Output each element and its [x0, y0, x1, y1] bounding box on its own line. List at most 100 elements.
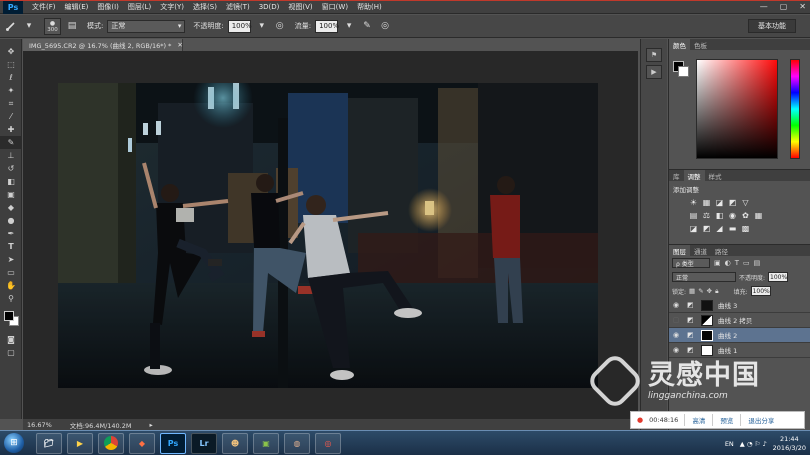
actions-panel-icon[interactable]: ▶	[646, 65, 662, 79]
quick-select-tool-icon[interactable]: ✦	[0, 84, 22, 97]
layer-name[interactable]: 曲线 2	[718, 330, 737, 340]
opacity-input[interactable]: 100%	[227, 19, 252, 33]
brightness-icon[interactable]: ☀	[689, 198, 698, 207]
airbrush-icon[interactable]: ✎	[360, 19, 374, 33]
layer-name[interactable]: 曲线 2 拷贝	[718, 315, 752, 325]
menu-3d[interactable]: 3D(D)	[259, 3, 280, 11]
language-indicator[interactable]: EN	[725, 440, 734, 448]
hue-saturation-icon[interactable]: ▤	[689, 211, 698, 220]
layer-mask-thumbnail[interactable]	[701, 344, 713, 356]
fill-input[interactable]: 100%	[750, 286, 771, 296]
tab-channels[interactable]: 通道	[690, 245, 711, 256]
photo-filter-icon[interactable]: ◉	[728, 211, 737, 220]
lock-pixels-icon[interactable]: ▦	[689, 287, 695, 295]
screen-mode-icon[interactable]: ▢	[0, 346, 22, 359]
taskbar-app-icon[interactable]: ◆	[129, 432, 155, 454]
tab-color[interactable]: 颜色	[669, 39, 690, 50]
filter-type-icon[interactable]: T	[735, 259, 739, 267]
color-swatches[interactable]	[0, 309, 21, 331]
taskbar-photoshop-icon[interactable]: Ps	[160, 432, 186, 454]
tab-libraries[interactable]: 库	[669, 170, 684, 181]
lasso-tool-icon[interactable]: ℓ	[0, 71, 22, 84]
taskbar-app-icon[interactable]: ☻	[222, 432, 248, 454]
layer-mask-thumbnail[interactable]	[701, 314, 713, 326]
maximize-button[interactable]: ▢	[780, 2, 788, 11]
gradient-tool-icon[interactable]: ▣	[0, 188, 22, 201]
toggle-brush-panel-icon[interactable]: ▤	[65, 19, 79, 33]
move-tool-icon[interactable]: ✥	[0, 45, 22, 58]
hd-button[interactable]: 高清	[684, 414, 712, 426]
chevron-right-icon[interactable]: ▸	[149, 421, 152, 429]
lock-paint-icon[interactable]: ✎	[698, 287, 703, 295]
zoom-tool-icon[interactable]: ⚲	[0, 292, 22, 305]
tab-styles[interactable]: 样式	[705, 170, 726, 181]
taskbar-app-icon[interactable]: ◍	[284, 432, 310, 454]
filter-shape-icon[interactable]: ▭	[743, 259, 750, 267]
chevron-down-icon[interactable]: ▾	[22, 19, 36, 33]
exit-share-button[interactable]: 退出分享	[740, 414, 781, 426]
taskbar-explorer-icon[interactable]: 📁︎	[36, 432, 62, 454]
layer-name[interactable]: 曲线 3	[718, 300, 737, 310]
menu-image[interactable]: 图像(I)	[97, 2, 119, 12]
menu-help[interactable]: 帮助(H)	[357, 2, 382, 12]
filter-pixel-icon[interactable]: ▣	[714, 259, 721, 267]
tab-swatches[interactable]: 色板	[690, 39, 711, 50]
start-button[interactable]: ⊞	[4, 433, 24, 453]
menu-view[interactable]: 视图(V)	[288, 2, 312, 12]
pressure-opacity-icon[interactable]: ◎	[273, 19, 287, 33]
gradient-map-icon[interactable]: ▬	[728, 224, 737, 233]
history-brush-tool-icon[interactable]: ↺	[0, 162, 22, 175]
zoom-level[interactable]: 16.67%	[27, 421, 52, 429]
eye-hidden-icon[interactable]: ▢	[669, 316, 683, 324]
foreground-color[interactable]	[4, 311, 14, 321]
menu-window[interactable]: 窗口(W)	[322, 2, 348, 12]
layer-row[interactable]: ◉ ◩ 曲线 3	[669, 298, 810, 313]
crop-tool-icon[interactable]: ⌗	[0, 97, 22, 110]
eye-icon[interactable]: ◉	[669, 331, 683, 339]
type-tool-icon[interactable]: T	[0, 240, 22, 253]
preview-button[interactable]: 预览	[712, 414, 740, 426]
layer-mask-thumbnail[interactable]	[701, 329, 713, 341]
threshold-icon[interactable]: ◢	[715, 224, 724, 233]
tab-paths[interactable]: 路径	[711, 245, 732, 256]
pressure-size-icon[interactable]: ◎	[378, 19, 392, 33]
chevron-down-icon[interactable]: ▾	[255, 19, 269, 33]
filter-adjust-icon[interactable]: ◐	[725, 259, 731, 267]
channel-mixer-icon[interactable]: ✿	[741, 211, 750, 220]
blend-mode-dropdown[interactable]: 正常	[672, 272, 736, 282]
menu-select[interactable]: 选择(S)	[193, 2, 217, 12]
pen-tool-icon[interactable]: ✒	[0, 227, 22, 240]
layer-filter-dropdown[interactable]: ρ 类型	[672, 258, 710, 268]
invert-icon[interactable]: ◪	[689, 224, 698, 233]
healing-tool-icon[interactable]: ✚	[0, 123, 22, 136]
menu-layer[interactable]: 图层(L)	[128, 2, 151, 12]
document-canvas-photo[interactable]	[58, 83, 598, 388]
lock-position-icon[interactable]: ✥	[707, 287, 712, 295]
path-select-tool-icon[interactable]: ➤	[0, 253, 22, 266]
flow-input[interactable]: 100%	[315, 19, 339, 33]
layer-mask-thumbnail[interactable]	[701, 299, 713, 311]
mode-dropdown[interactable]: 正常 ▾	[107, 19, 186, 33]
minimize-button[interactable]: —	[760, 2, 768, 11]
shape-tool-icon[interactable]: ▭	[0, 266, 22, 279]
close-button[interactable]: ✕	[799, 2, 806, 11]
history-panel-icon[interactable]: ⚑	[646, 48, 662, 62]
menu-type[interactable]: 文字(Y)	[160, 2, 184, 12]
layer-opacity-input[interactable]: 100%	[768, 272, 789, 282]
black-white-icon[interactable]: ◧	[715, 211, 724, 220]
layer-row[interactable]: ◉ ◩ 曲线 1	[669, 343, 810, 358]
selective-color-icon[interactable]: ▩	[741, 224, 750, 233]
eraser-tool-icon[interactable]: ◧	[0, 175, 22, 188]
tray-icons[interactable]: ▲ ◔ ⚐ ♪	[740, 440, 767, 448]
color-field[interactable]	[696, 59, 778, 159]
menu-file[interactable]: 文件(F)	[32, 2, 56, 12]
layer-name[interactable]: 曲线 1	[718, 345, 737, 355]
layer-row-selected[interactable]: ◉ ◩ 曲线 2	[669, 328, 810, 343]
menu-filter[interactable]: 滤镜(T)	[226, 2, 250, 12]
panel-grip[interactable]	[641, 39, 667, 45]
eyedropper-tool-icon[interactable]: ⁄	[0, 110, 22, 123]
menu-edit[interactable]: 编辑(E)	[65, 2, 89, 12]
panel-background-swatch[interactable]	[678, 66, 689, 77]
tab-layers[interactable]: 图层	[669, 245, 690, 256]
close-tab-icon[interactable]: ✕	[177, 41, 182, 49]
